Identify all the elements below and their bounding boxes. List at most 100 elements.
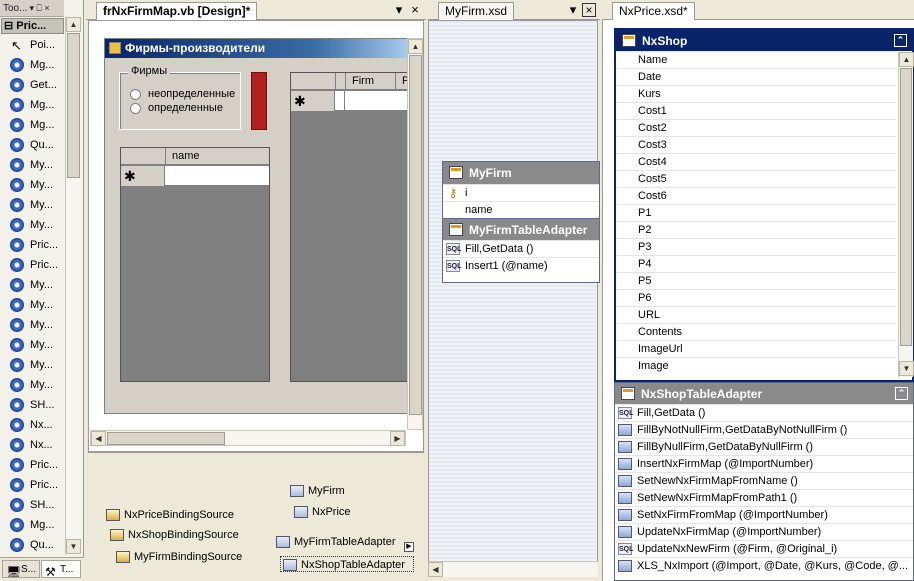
column-contents[interactable]: Contents <box>616 323 896 340</box>
scroll-thumb[interactable] <box>67 33 80 178</box>
column-p4[interactable]: P4 <box>616 255 896 272</box>
query-row[interactable]: FillByNotNullFirm,GetDataByNotNullFirm (… <box>615 421 913 438</box>
column-name[interactable]: name <box>443 201 599 218</box>
column-i[interactable]: ⚷ i <box>443 184 599 201</box>
scroll-right-button[interactable]: ▶ <box>390 431 405 446</box>
tray-nxprice-dataset[interactable]: NxPrice <box>292 504 351 520</box>
column-kurs[interactable]: Kurs <box>616 85 896 102</box>
collapse-icon[interactable]: ⌃ <box>894 34 907 47</box>
radio-undefined[interactable]: неопределенные <box>130 88 250 102</box>
toolbox-item[interactable]: Get... <box>2 75 64 95</box>
scroll-down-button[interactable]: ▼ <box>899 361 914 376</box>
toolbox-item[interactable]: My... <box>2 155 64 175</box>
column-cost5[interactable]: Cost5 <box>616 170 896 187</box>
radio-defined[interactable]: определенные <box>130 102 250 116</box>
tray-myfirm-tableadapter[interactable]: MyFirmTableAdapter <box>274 534 395 550</box>
toolbox-item[interactable]: My... <box>2 315 64 335</box>
toolbox-item[interactable]: ↖ Poi... <box>2 35 64 55</box>
toolbox-item[interactable]: My... <box>2 375 64 395</box>
pin-icon[interactable]: ▾ ⎕ × <box>29 3 49 13</box>
scroll-up-button[interactable]: ▲ <box>899 52 914 67</box>
toolbox-item[interactable]: My... <box>2 195 64 215</box>
scroll-up-button[interactable]: ▲ <box>66 17 81 32</box>
toolbox-item[interactable]: My... <box>2 215 64 235</box>
myfirm-dataset-designer[interactable] <box>428 20 598 576</box>
query-row[interactable]: UpdateNxFirmMap (@ImportNumber) <box>615 523 913 540</box>
tab-frnxfirmmap-design[interactable]: frNxFirmMap.vb [Design]* <box>96 2 258 21</box>
nxshop-tableadapter[interactable]: NxShopTableAdapter ⌃ SQL Fill,GetData () Fi… <box>614 382 914 581</box>
scroll-thumb[interactable] <box>409 55 422 415</box>
column-p3[interactable]: P3 <box>616 238 896 255</box>
toolbox-scrollbar[interactable]: ▲ ▼ <box>65 17 81 555</box>
toolbox-group-header[interactable]: ⊟ Pric... <box>1 18 64 34</box>
toolbox-item[interactable]: My... <box>2 335 64 355</box>
column-url[interactable]: URL <box>616 306 896 323</box>
myfirm-tableadapter-header[interactable]: MyFirmTableAdapter <box>443 218 599 240</box>
toolbox-item[interactable]: Mg... <box>2 515 64 535</box>
toolbox-item[interactable]: My... <box>2 275 64 295</box>
tab-list-dropdown-icon[interactable]: ▾ <box>392 3 406 17</box>
designer-horizontal-scrollbar[interactable]: ◀ ▶ <box>90 430 406 446</box>
column-p5[interactable]: P5 <box>616 272 896 289</box>
tray-nxshop-bindingsource[interactable]: NxShopBindingSource <box>108 527 239 543</box>
nxshop-table-header[interactable]: NxShop ⌃ <box>616 30 912 51</box>
toolbox-item[interactable]: SH... <box>2 495 64 515</box>
tab-nxprice-xsd[interactable]: NxPrice.xsd* <box>612 2 695 21</box>
toolbox-title[interactable]: Too... ▾ ⎕ × <box>0 0 64 17</box>
toolbox-item[interactable]: My... <box>2 295 64 315</box>
column-header-name[interactable]: name <box>165 148 269 165</box>
designer-vertical-scrollbar[interactable]: ▲ <box>407 38 423 430</box>
red-button[interactable] <box>251 72 267 130</box>
query-row[interactable]: SetNewNxFirmMapFromPath1 () <box>615 489 913 506</box>
query-row[interactable]: XLS_NxImport (@Import, @Date, @Kurs, @Co… <box>615 557 913 574</box>
toolbox-item[interactable]: Pric... <box>2 455 64 475</box>
query-row[interactable]: FillByNullFirm,GetDataByNullFirm () <box>615 438 913 455</box>
query-row[interactable]: SetNxFirmFromMap (@ImportNumber) <box>615 506 913 523</box>
column-cost4[interactable]: Cost4 <box>616 153 896 170</box>
column-image[interactable]: Image <box>616 357 896 374</box>
scroll-thumb[interactable] <box>107 432 225 445</box>
toolbox-item[interactable]: Mg... <box>2 95 64 115</box>
toolbox-item[interactable]: My... <box>2 355 64 375</box>
column-p6[interactable]: P6 <box>616 289 896 306</box>
scroll-left-button[interactable]: ◀ <box>428 562 443 577</box>
query-row[interactable]: SetNewNxFirmMapFromName () <box>615 472 913 489</box>
toolbox-item[interactable]: Qu... <box>2 535 64 555</box>
collapse-icon[interactable]: ⌃ <box>895 387 908 400</box>
column-imageurl[interactable]: ImageUrl <box>616 340 896 357</box>
myfirm-table[interactable]: MyFirm ⚷ i name MyFirmTableAdapter SQL Fil… <box>442 161 600 283</box>
column-cost6[interactable]: Cost6 <box>616 187 896 204</box>
form-preview[interactable]: Фирмы-производители Фирмы неопределенные… <box>104 38 409 414</box>
tab-server-explorer[interactable]: 🖥 S... <box>2 560 40 578</box>
toolbox-item[interactable]: Qu... <box>2 135 64 155</box>
toolbox-item[interactable]: Mg... <box>2 55 64 75</box>
column-cost2[interactable]: Cost2 <box>616 119 896 136</box>
scroll-up-button[interactable]: ▲ <box>408 39 423 54</box>
column-p1[interactable]: P1 <box>616 204 896 221</box>
toolbox-item[interactable]: Nx... <box>2 415 64 435</box>
column-cost1[interactable]: Cost1 <box>616 102 896 119</box>
shop-datagrid[interactable]: Firm P ✱ <box>290 72 409 382</box>
myfirm-horizontal-scrollbar[interactable]: ◀ <box>428 561 598 577</box>
tray-nxshop-tableadapter[interactable]: NxShopTableAdapter <box>280 556 414 572</box>
tab-list-dropdown-icon[interactable]: ▾ <box>566 3 580 17</box>
query-fill-getdata[interactable]: SQL Fill,GetData () <box>443 240 599 257</box>
scroll-down-button[interactable]: ▼ <box>66 539 81 554</box>
query-row[interactable]: SQL UpdateNxNewFirm (@Firm, @Original_i) <box>615 540 913 557</box>
column-cost3[interactable]: Cost3 <box>616 136 896 153</box>
query-insert1[interactable]: SQL Insert1 (@name) <box>443 257 599 274</box>
tray-myfirm-dataset[interactable]: MyFirm <box>288 483 345 499</box>
query-row[interactable]: InsertNxFirmMap (@ImportNumber) <box>615 455 913 472</box>
firms-datagrid[interactable]: name ✱ <box>120 147 270 382</box>
close-icon[interactable]: × <box>582 3 596 17</box>
column-date[interactable]: Date <box>616 68 896 85</box>
toolbox-item[interactable]: Nx... <box>2 435 64 455</box>
toolbox-item[interactable]: My... <box>2 175 64 195</box>
column-p2[interactable]: P2 <box>616 221 896 238</box>
nxshop-columns-scrollbar[interactable]: ▲ ▼ <box>898 52 914 377</box>
nxshop-tableadapter-header[interactable]: NxShopTableAdapter ⌃ <box>615 383 913 404</box>
tab-toolbox[interactable]: ⚒ T... <box>41 560 81 578</box>
tray-myfirm-bindingsource[interactable]: MyFirmBindingSource <box>114 549 242 565</box>
smart-tag-arrow-icon[interactable]: ▶ <box>404 542 414 552</box>
scroll-left-button[interactable]: ◀ <box>91 431 106 446</box>
